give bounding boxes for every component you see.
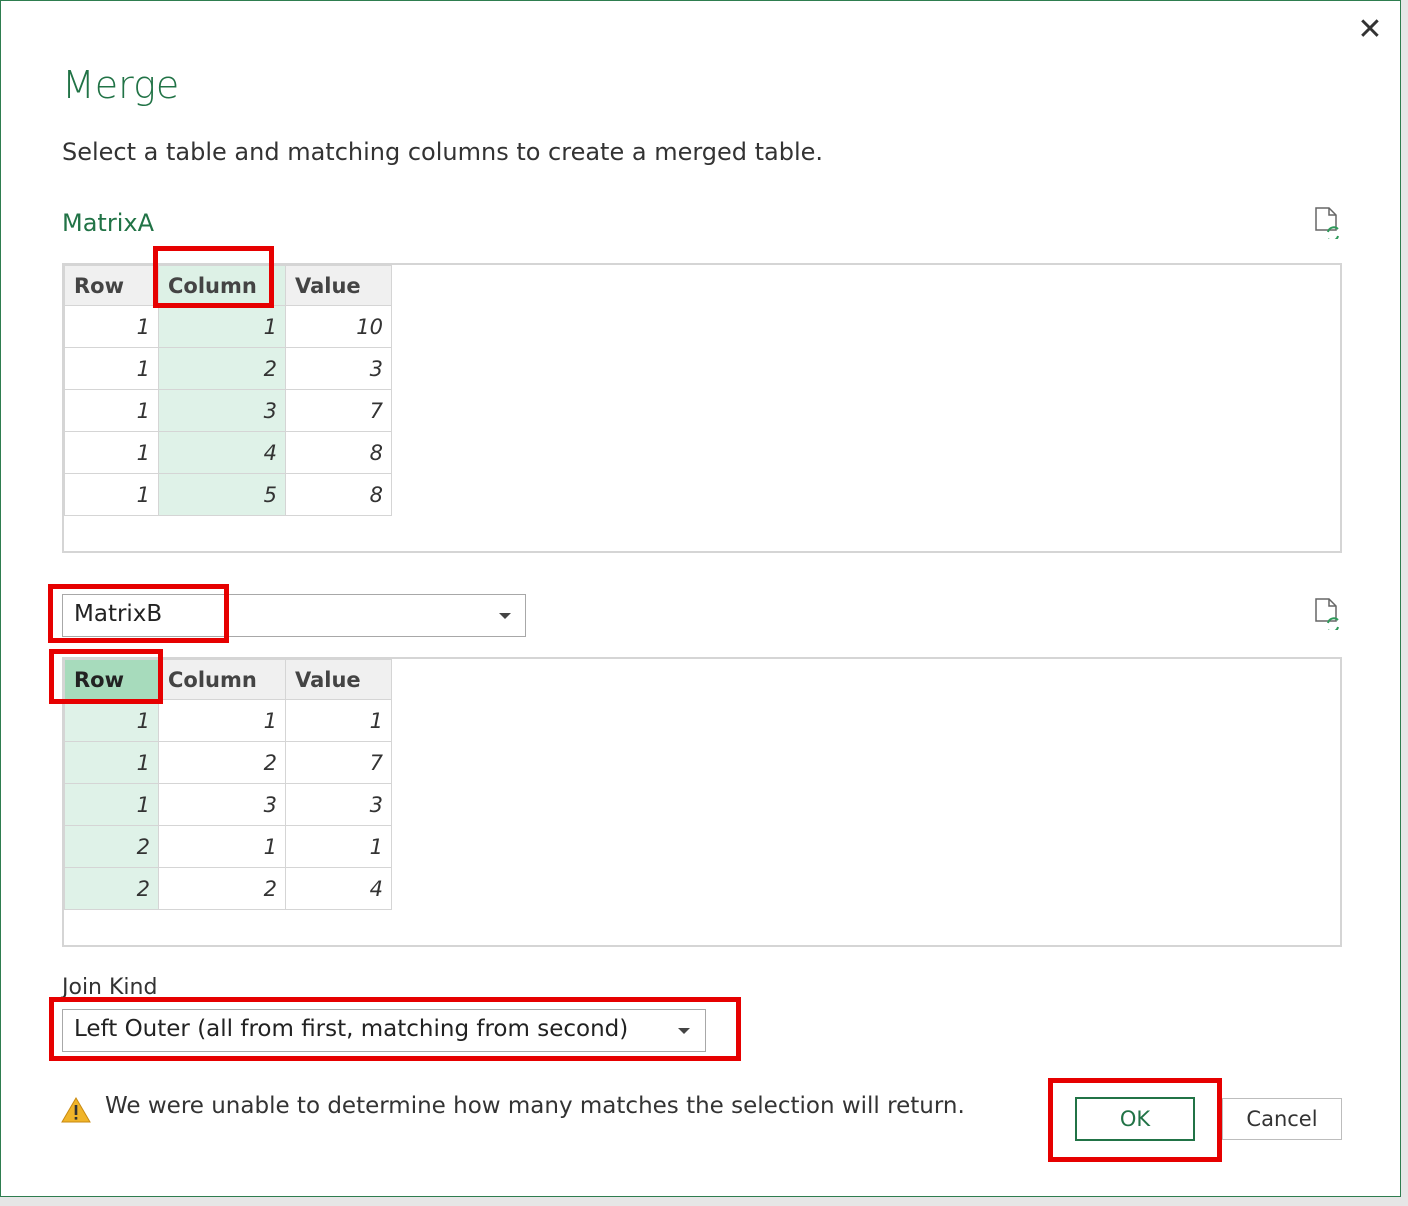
second-table-preview: Row Column Value 1 1 1 1 2 7 1 3 3 2 1 1… (62, 657, 1342, 947)
cell[interactable]: 2 (158, 867, 286, 910)
warning-message: We were unable to determine how many mat… (105, 1093, 965, 1119)
cell[interactable]: 1 (64, 389, 159, 432)
cell[interactable]: 4 (285, 867, 392, 910)
cell[interactable]: 3 (285, 347, 392, 390)
table-row: 2 1 1 (64, 825, 392, 868)
cancel-button[interactable]: Cancel (1222, 1098, 1342, 1140)
cell[interactable]: 8 (285, 473, 392, 516)
join-kind-value: Left Outer (all from first, matching fro… (74, 1016, 629, 1042)
second-col-header-column[interactable]: Column (158, 659, 286, 700)
cell[interactable]: 4 (158, 431, 286, 474)
cell[interactable]: 8 (285, 431, 392, 474)
first-col-header-row[interactable]: Row (64, 265, 159, 306)
cell[interactable]: 1 (64, 347, 159, 390)
dialog-subtitle: Select a table and matching columns to c… (62, 138, 824, 166)
join-kind-dropdown[interactable]: Left Outer (all from first, matching fro… (62, 1009, 706, 1052)
cell[interactable]: 1 (158, 825, 286, 868)
cell[interactable]: 1 (158, 305, 286, 348)
cell[interactable]: 1 (64, 783, 159, 826)
cell[interactable]: 7 (285, 389, 392, 432)
first-col-header-column[interactable]: Column (158, 265, 286, 306)
cell[interactable]: 7 (285, 741, 392, 784)
cell[interactable]: 1 (64, 305, 159, 348)
first-table-preview: Row Column Value 1 1 10 1 2 3 1 3 7 1 4 … (62, 263, 1342, 553)
table-row: 1 5 8 (64, 473, 392, 516)
cell[interactable]: 1 (64, 473, 159, 516)
dialog-title: Merge (62, 63, 180, 107)
cell[interactable]: 1 (158, 699, 286, 742)
second-table-grid: Row Column Value 1 1 1 1 2 7 1 3 3 2 1 1… (64, 659, 392, 910)
table-row: 1 3 3 (64, 783, 392, 826)
close-icon[interactable]: ✕ (1353, 13, 1387, 47)
first-table-grid: Row Column Value 1 1 10 1 2 3 1 3 7 1 4 … (64, 265, 392, 516)
chevron-down-icon (499, 613, 511, 619)
first-table-name: MatrixA (62, 209, 154, 237)
table-row: 1 1 10 (64, 305, 392, 348)
second-col-header-value[interactable]: Value (285, 659, 392, 700)
cell[interactable]: 5 (158, 473, 286, 516)
table-row: 2 2 4 (64, 867, 392, 910)
table-row: 1 2 7 (64, 741, 392, 784)
second-table-dropdown-value: MatrixB (74, 601, 163, 627)
cell[interactable]: 1 (64, 431, 159, 474)
cell[interactable]: 10 (285, 305, 392, 348)
refresh-document-icon[interactable] (1314, 598, 1342, 630)
second-table-dropdown[interactable]: MatrixB (62, 594, 526, 637)
join-kind-label: Join Kind (62, 975, 158, 1000)
ok-button[interactable]: OK (1075, 1097, 1195, 1141)
cell[interactable]: 3 (285, 783, 392, 826)
cell[interactable]: 1 (64, 741, 159, 784)
cell[interactable]: 1 (64, 699, 159, 742)
cell[interactable]: 2 (64, 825, 159, 868)
table-row: 1 4 8 (64, 431, 392, 474)
cell[interactable]: 2 (158, 347, 286, 390)
table-row: 1 1 1 (64, 699, 392, 742)
chevron-down-icon (678, 1028, 690, 1034)
table-row: 1 3 7 (64, 389, 392, 432)
cell[interactable]: 3 (158, 389, 286, 432)
merge-dialog: ✕ Merge Select a table and matching colu… (0, 0, 1401, 1197)
cell[interactable]: 1 (285, 699, 392, 742)
cell[interactable]: 3 (158, 783, 286, 826)
cell[interactable]: 2 (158, 741, 286, 784)
second-col-header-row[interactable]: Row (64, 659, 159, 700)
first-col-header-value[interactable]: Value (285, 265, 392, 306)
cell[interactable]: 2 (64, 867, 159, 910)
refresh-document-icon[interactable] (1314, 207, 1342, 239)
warning-icon (61, 1097, 91, 1123)
table-row: 1 2 3 (64, 347, 392, 390)
cell[interactable]: 1 (285, 825, 392, 868)
